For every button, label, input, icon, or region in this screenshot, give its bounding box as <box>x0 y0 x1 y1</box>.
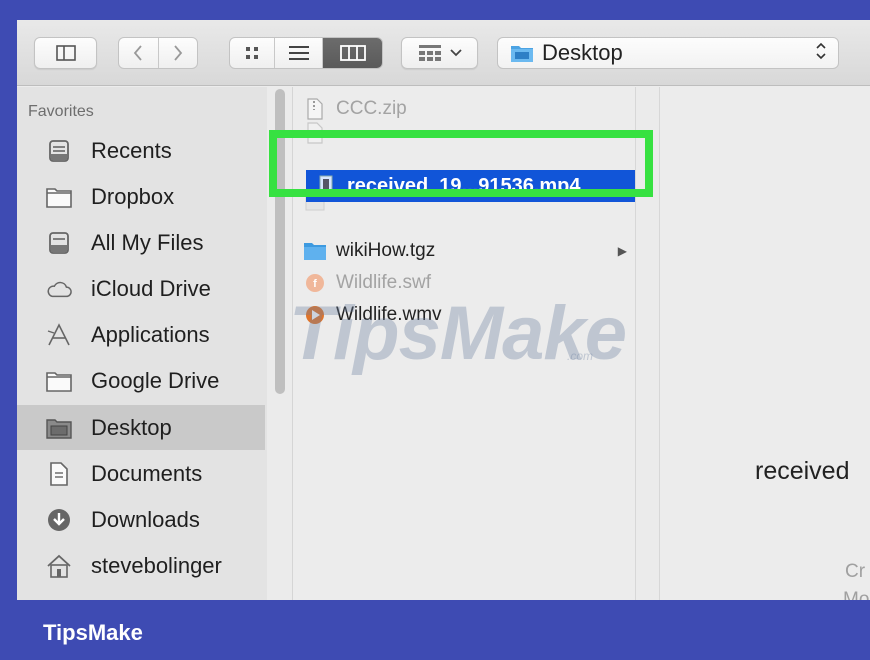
file-name: CCC.zip <box>336 98 407 119</box>
sidebar-header-favorites: Favorites <box>28 103 94 120</box>
cloud-icon <box>46 276 72 302</box>
list-view-icon <box>288 46 309 60</box>
sidebar-item-applications[interactable]: Applications <box>17 312 265 357</box>
sidebar-item-label: Downloads <box>91 506 200 532</box>
sidebar-item-all-my-files[interactable]: All My Files <box>17 220 265 265</box>
folder-icon <box>46 368 72 394</box>
watermark-suffix: .com <box>567 349 594 363</box>
sidebar-item-label: Recents <box>91 137 172 163</box>
applications-icon <box>46 322 72 348</box>
sidebar-item-downloads[interactable]: Downloads <box>17 497 265 542</box>
arrange-grid-icon <box>418 45 441 61</box>
back-button[interactable] <box>119 38 158 68</box>
toolbar: Desktop <box>17 20 870 86</box>
all-files-icon <box>46 230 72 256</box>
list-item[interactable]: CCC.zip <box>303 97 633 121</box>
arrange-button[interactable] <box>401 37 478 69</box>
up-down-chevron-icon <box>816 42 826 61</box>
sidebar-item-label: stevebolinger <box>91 552 222 578</box>
sidebar-item-icloud-drive[interactable]: iCloud Drive <box>17 266 265 311</box>
sidebar-item-documents[interactable]: Documents <box>17 451 265 496</box>
svg-text:f: f <box>313 278 317 290</box>
list-view-button[interactable] <box>274 38 322 68</box>
back-forward-group <box>118 37 198 69</box>
column-view-button[interactable] <box>322 38 382 68</box>
icon-view-icon <box>246 47 258 59</box>
home-icon <box>46 553 72 579</box>
desktop-folder-icon <box>46 415 72 441</box>
sidebar-item-label: All My Files <box>91 229 204 255</box>
chevron-down-icon <box>449 49 462 57</box>
sidebar-toggle-icon <box>55 45 76 61</box>
sidebar: Favorites Recents Dropbox All My Files i… <box>17 87 267 600</box>
chevron-left-icon <box>134 45 143 61</box>
sidebar-item-desktop[interactable]: Desktop <box>17 405 265 450</box>
screenshot-frame: Desktop Favorites Recents Dropbox All My… <box>0 0 870 660</box>
sidebar-item-label: Dropbox <box>91 183 175 209</box>
disclosure-arrow-icon: ▶ <box>617 244 627 258</box>
preview-pane: received Cr Mo <box>660 87 870 600</box>
sidebar-toggle-button[interactable] <box>34 37 97 69</box>
sidebar-item-google-drive[interactable]: Google Drive <box>17 358 265 403</box>
preview-file-name: received <box>755 457 850 485</box>
file-name: wikiHow.tgz <box>336 240 436 261</box>
sidebar-item-label: Google Drive <box>91 367 220 393</box>
sidebar-item-label: Applications <box>91 321 210 347</box>
preview-meta-created: Cr <box>845 561 866 582</box>
list-item[interactable]: wikiHow.tgz ▶ <box>303 239 633 263</box>
sidebar-item-label: Desktop <box>91 414 172 440</box>
icon-view-button[interactable] <box>230 38 274 68</box>
zip-file-icon <box>303 97 327 121</box>
chevron-right-icon <box>174 45 183 61</box>
recents-icon <box>46 138 72 164</box>
sidebar-item-home[interactable]: stevebolinger <box>17 543 265 588</box>
path-popup[interactable]: Desktop <box>497 37 839 69</box>
forward-button[interactable] <box>157 38 197 68</box>
view-mode-group <box>229 37 383 69</box>
folder-icon <box>303 239 327 263</box>
documents-icon <box>46 461 72 487</box>
preview-meta-modified: Mo <box>843 589 870 600</box>
sidebar-item-label: iCloud Drive <box>91 275 211 301</box>
folder-icon <box>46 184 72 210</box>
path-label: Desktop <box>542 40 623 65</box>
watermark: TipsMake <box>289 291 627 376</box>
desktop-folder-icon <box>511 46 533 62</box>
column-view-icon <box>339 45 366 61</box>
brand-label: TipsMake <box>43 620 143 645</box>
sidebar-item-recents[interactable]: Recents <box>17 128 265 173</box>
highlight-box <box>269 130 653 197</box>
downloads-icon <box>46 507 72 533</box>
sidebar-item-dropbox[interactable]: Dropbox <box>17 174 265 219</box>
sidebar-item-label: Documents <box>91 460 203 486</box>
